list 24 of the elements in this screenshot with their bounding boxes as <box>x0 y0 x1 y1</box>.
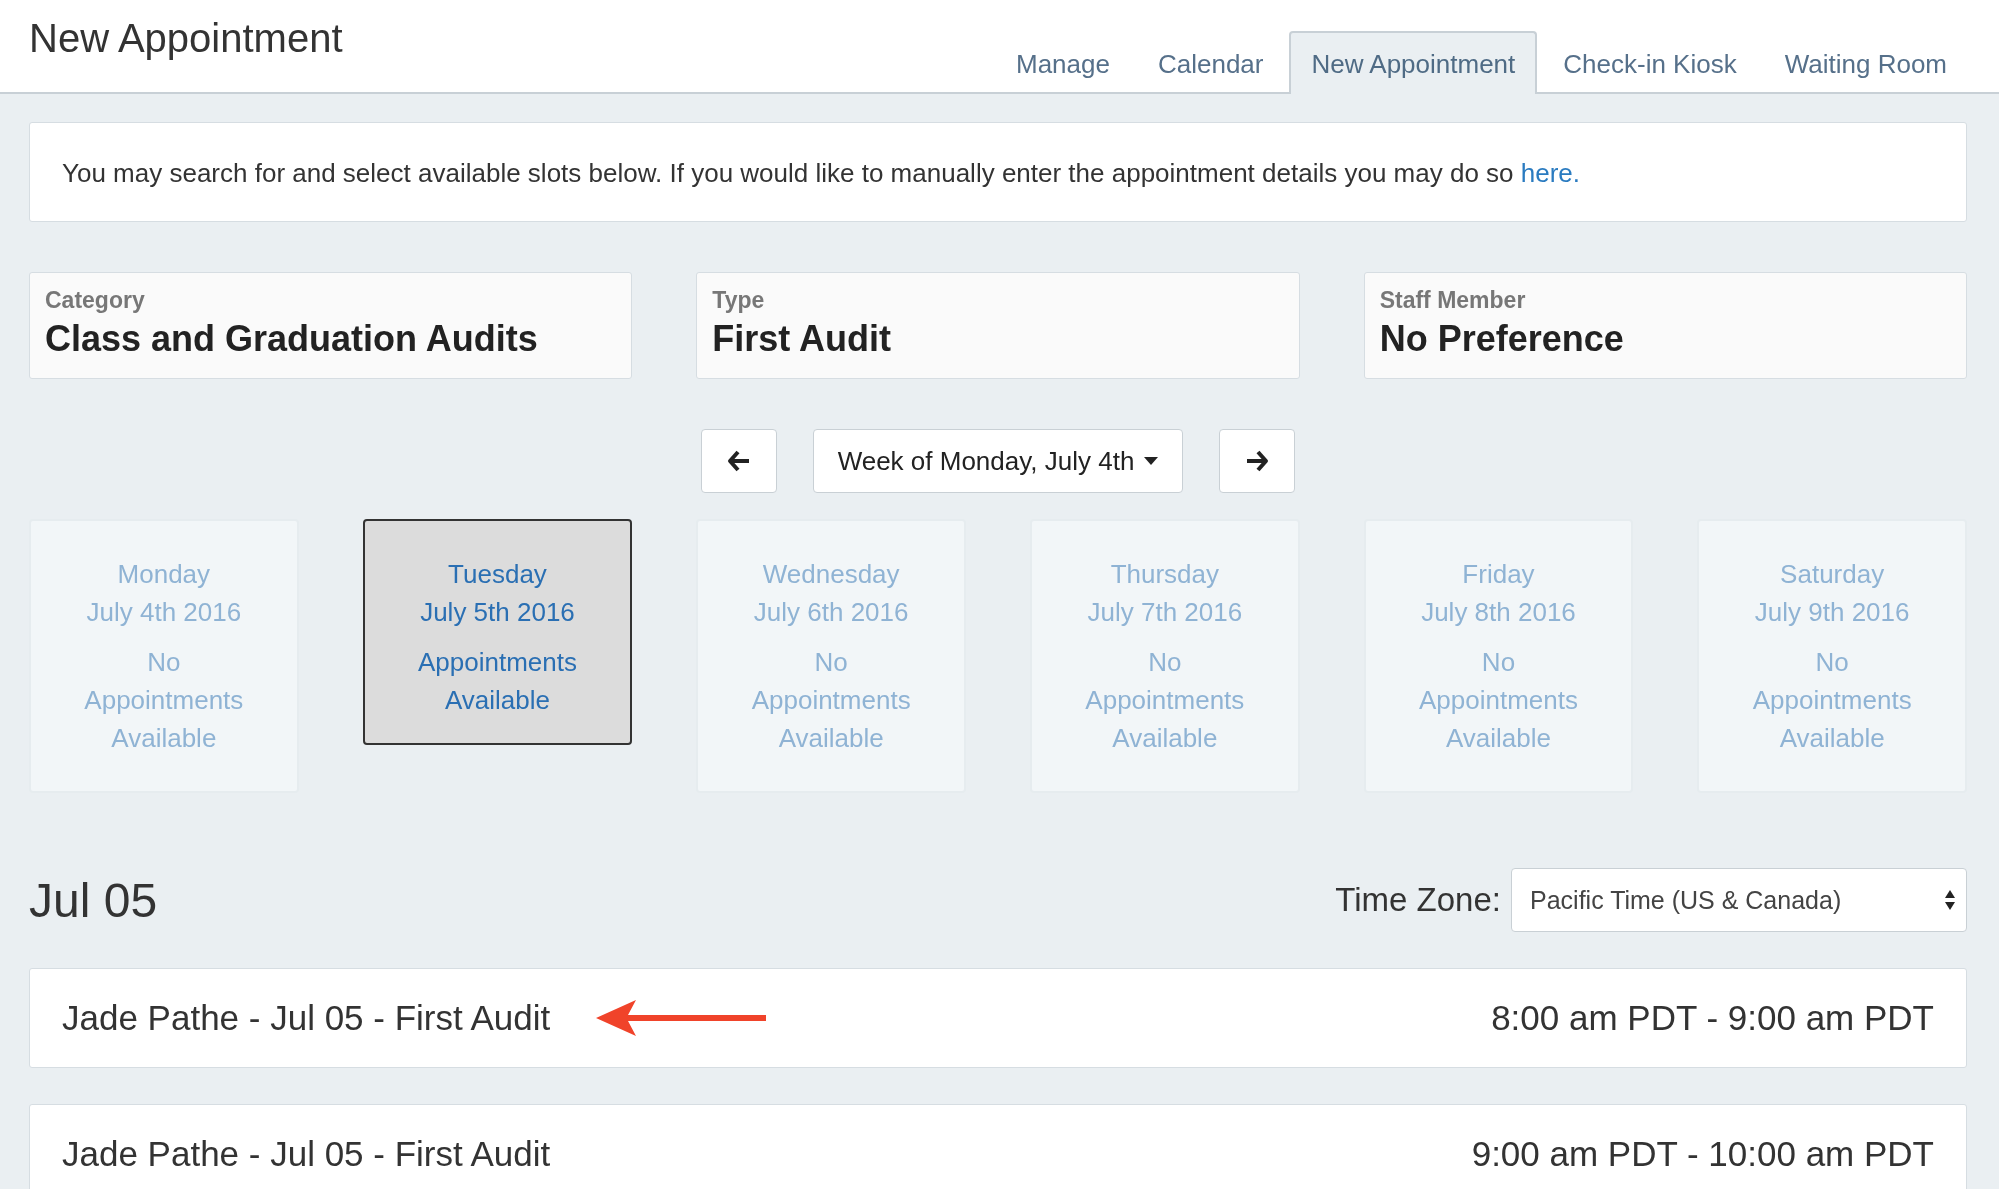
manual-entry-link[interactable]: here. <box>1520 158 1581 188</box>
nav-tab[interactable]: New Appointment <box>1289 31 1538 94</box>
page-title: New Appointment <box>29 16 343 61</box>
filter-select[interactable]: Category Class and Graduation Audits <box>29 272 633 379</box>
next-week-button[interactable] <box>1219 429 1296 493</box>
time-zone-select[interactable]: Pacific Time (US & Canada) <box>1511 868 1967 932</box>
appointment-slot[interactable]: Jade Pathe - Jul 05 - First Audit 9:00 am PDT - 10:00 am PDT <box>29 1104 1967 1189</box>
arrow-left-icon <box>726 450 751 472</box>
nav-tab[interactable]: Waiting Room <box>1762 31 1969 94</box>
date-heading: Jul 05 <box>29 872 158 928</box>
arrow-right-icon <box>1245 450 1270 472</box>
up-down-caret-icon <box>1944 889 1956 911</box>
filter-select[interactable]: Type First Audit <box>696 272 1300 379</box>
day-card[interactable]: Tuesday July 5th 2016 Appointments Available <box>362 519 633 745</box>
week-dropdown[interactable]: Week of Monday, July 4th <box>812 429 1184 493</box>
time-zone-label: Time Zone: <box>1335 881 1501 919</box>
caret-icon <box>1144 457 1159 465</box>
filter-select[interactable]: Staff Member No Preference <box>1363 272 1967 379</box>
nav-tab[interactable]: Check-in Kiosk <box>1541 31 1759 94</box>
appointment-slot[interactable]: Jade Pathe - Jul 05 - First Audit 8:00 am PDT - 9:00 am PDT <box>29 968 1967 1068</box>
intro-text: You may search for and select available slots below. If you would like to manually enter the appointment details you may do so here. <box>62 157 1582 190</box>
nav-tab[interactable]: Manage <box>994 31 1132 94</box>
previous-week-button[interactable] <box>700 429 777 493</box>
nav-tab[interactable]: Calendar <box>1135 31 1286 94</box>
